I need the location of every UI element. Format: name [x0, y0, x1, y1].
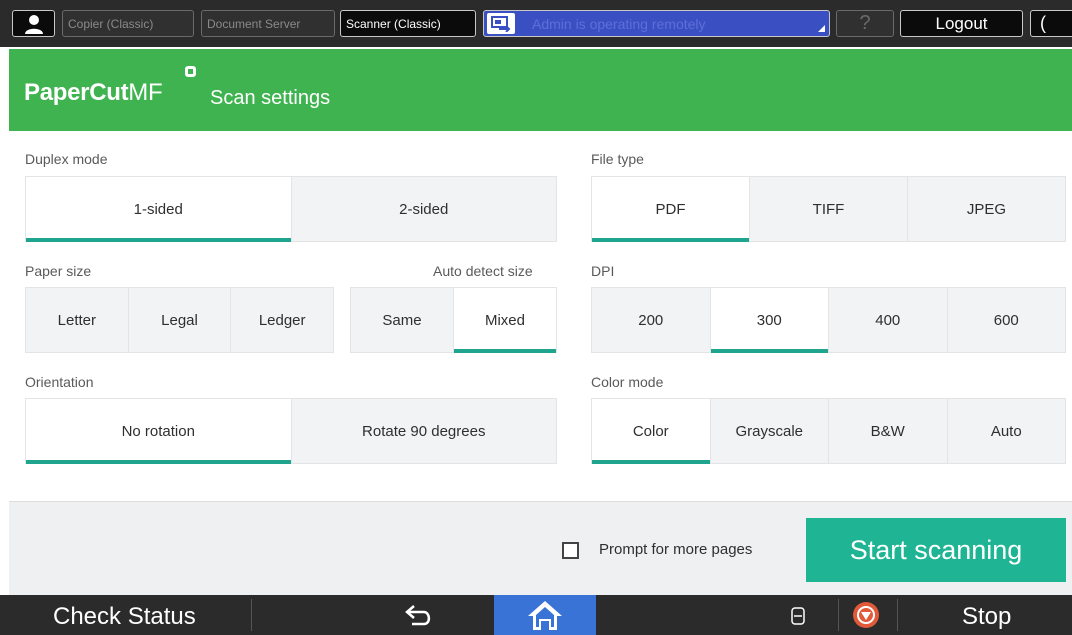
- copier-classic-tab[interactable]: Copier (Classic): [62, 10, 194, 37]
- paper-size-selector: Letter Legal Ledger: [25, 287, 334, 353]
- user-button[interactable]: [12, 10, 55, 37]
- file-type-option-jpeg[interactable]: JPEG: [908, 177, 1065, 241]
- orientation-option-rotate-90[interactable]: Rotate 90 degrees: [291, 399, 556, 463]
- paper-size-label: Paper size: [25, 263, 92, 279]
- brand-name: PaperCut: [24, 79, 129, 106]
- home-button[interactable]: [494, 595, 596, 635]
- system-bottom-bar: Check Status Stop: [0, 595, 1072, 635]
- brand-suffix: MF: [128, 79, 163, 106]
- stop-icon[interactable]: [852, 601, 880, 629]
- start-scanning-button[interactable]: Start scanning: [806, 518, 1066, 582]
- document-server-tab[interactable]: Document Server: [201, 10, 335, 37]
- data-indicator-icon: [791, 607, 805, 625]
- file-type-label: File type: [591, 151, 644, 167]
- duplex-mode-selector: 1-sided 2-sided: [25, 176, 557, 242]
- data-in-indicator: [788, 605, 808, 627]
- dpi-option-200[interactable]: 200: [592, 288, 711, 352]
- auto-detect-size-selector: Same Mixed: [350, 287, 557, 353]
- stop-button[interactable]: Stop: [962, 603, 1011, 631]
- scanner-classic-tab[interactable]: Scanner (Classic): [340, 10, 476, 37]
- check-status-button[interactable]: Check Status: [53, 603, 196, 631]
- auto-detect-option-same[interactable]: Same: [351, 288, 454, 352]
- color-mode-label: Color mode: [591, 374, 664, 390]
- color-mode-selector: Color Grayscale B&W Auto: [591, 398, 1066, 464]
- prompt-more-pages-checkbox[interactable]: [562, 542, 579, 559]
- dpi-selector: 200 300 400 600: [591, 287, 1066, 353]
- dpi-option-600[interactable]: 600: [947, 288, 1065, 352]
- file-type-selector: PDF TIFF JPEG: [591, 176, 1066, 242]
- auto-detect-option-mixed[interactable]: Mixed: [454, 288, 556, 353]
- divider: [251, 599, 252, 631]
- app-header: PaperCutMF Scan settings: [9, 49, 1072, 131]
- color-mode-option-bw[interactable]: B&W: [829, 399, 948, 463]
- system-top-bar: Copier (Classic) Document Server Scanner…: [0, 0, 1072, 47]
- paper-size-option-ledger[interactable]: Ledger: [231, 288, 334, 352]
- remote-screen-icon: [487, 13, 515, 34]
- logo-mark-icon: [185, 66, 196, 77]
- color-mode-option-grayscale[interactable]: Grayscale: [710, 399, 829, 463]
- papercut-logo: PaperCutMF: [24, 79, 163, 107]
- dpi-label: DPI: [591, 263, 615, 279]
- divider: [897, 599, 898, 631]
- help-button[interactable]: ?: [836, 10, 894, 37]
- color-mode-option-auto[interactable]: Auto: [947, 399, 1065, 463]
- dpi-option-300[interactable]: 300: [710, 288, 829, 353]
- expand-corner-icon: [818, 25, 825, 32]
- dpi-option-400[interactable]: 400: [829, 288, 948, 352]
- back-button[interactable]: [401, 601, 437, 629]
- duplex-option-1-sided[interactable]: 1-sided: [26, 177, 292, 242]
- paper-size-option-letter[interactable]: Letter: [26, 288, 129, 352]
- divider: [838, 599, 839, 631]
- home-icon: [528, 601, 562, 630]
- energy-saver-button[interactable]: (: [1030, 10, 1072, 37]
- action-bar: Prompt for more pages Start scanning: [9, 501, 1072, 595]
- paper-size-option-legal[interactable]: Legal: [128, 288, 232, 352]
- prompt-more-pages-label[interactable]: Prompt for more pages: [599, 541, 752, 558]
- orientation-label: Orientation: [25, 374, 94, 390]
- remote-status-text: Admin is operating remotely: [532, 16, 706, 32]
- auto-detect-size-label: Auto detect size: [433, 263, 533, 279]
- scan-settings-panel: Duplex mode 1-sided 2-sided File type PD…: [9, 131, 1072, 501]
- file-type-option-tiff[interactable]: TIFF: [750, 177, 908, 241]
- user-icon: [24, 14, 43, 34]
- logout-button[interactable]: Logout: [900, 10, 1023, 37]
- duplex-mode-label: Duplex mode: [25, 151, 108, 167]
- page-title: Scan settings: [210, 87, 331, 109]
- remote-operation-indicator[interactable]: Admin is operating remotely: [483, 10, 830, 37]
- back-arrow-icon: [405, 605, 431, 626]
- duplex-option-2-sided[interactable]: 2-sided: [291, 177, 556, 241]
- color-mode-option-color[interactable]: Color: [592, 399, 711, 464]
- moon-icon: (: [1040, 13, 1046, 33]
- file-type-option-pdf[interactable]: PDF: [592, 177, 750, 242]
- orientation-selector: No rotation Rotate 90 degrees: [25, 398, 557, 464]
- orientation-option-no-rotation[interactable]: No rotation: [26, 399, 292, 464]
